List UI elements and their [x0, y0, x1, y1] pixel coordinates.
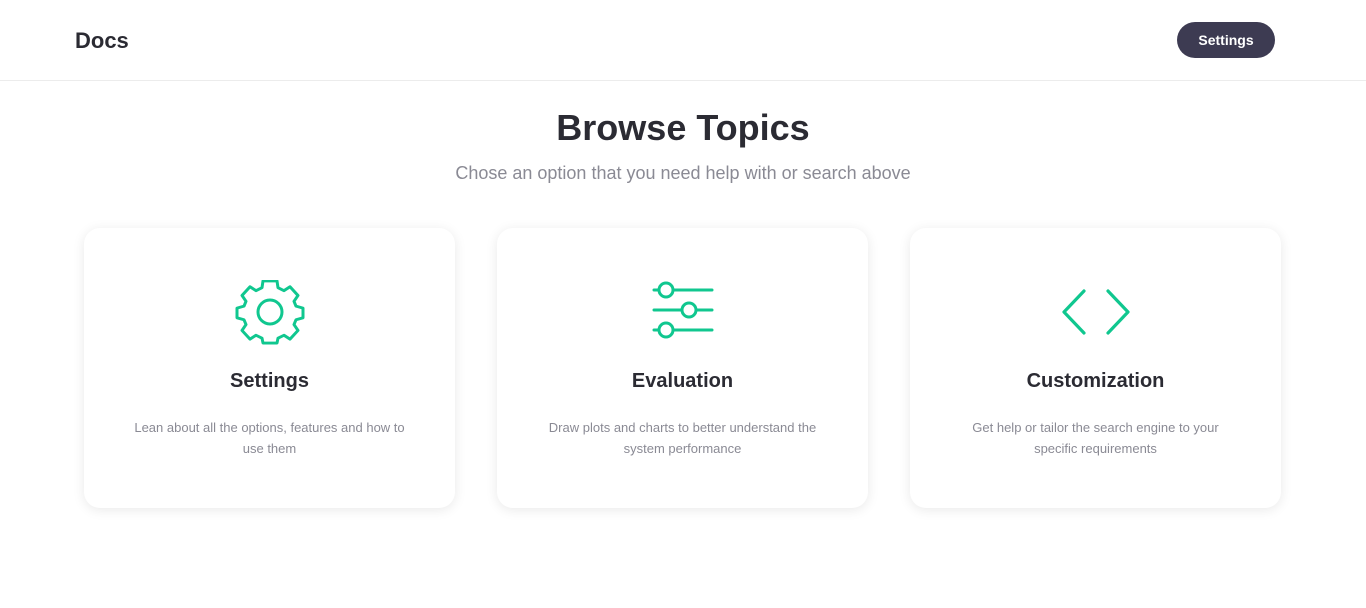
page-subtitle: Chose an option that you need help with … [455, 163, 911, 183]
card-title: Customization [1026, 370, 1165, 392]
brand-logo-text[interactable]: Docs [75, 28, 129, 54]
sliders-icon [648, 280, 718, 346]
card-description: Lean about all the options, features and… [134, 420, 405, 456]
settings-button[interactable]: Settings [1177, 22, 1275, 58]
card-description: Get help or tailor the search engine to … [972, 420, 1219, 456]
card-title: Evaluation [631, 370, 734, 392]
topic-card-customization[interactable]: Customization Get help or tailor the sea… [910, 228, 1281, 508]
page-title: Browse Topics [556, 107, 810, 148]
topic-card-settings[interactable]: Settings Lean about all the options, fea… [84, 228, 455, 508]
card-description: Draw plots and charts to better understa… [548, 420, 817, 456]
topic-card-evaluation[interactable]: Evaluation Draw plots and charts to bett… [497, 228, 868, 508]
top-nav: Docs Settings [0, 0, 1366, 81]
card-title: Settings [230, 370, 309, 392]
gear-icon [235, 280, 305, 346]
code-brackets-icon [1061, 280, 1131, 346]
